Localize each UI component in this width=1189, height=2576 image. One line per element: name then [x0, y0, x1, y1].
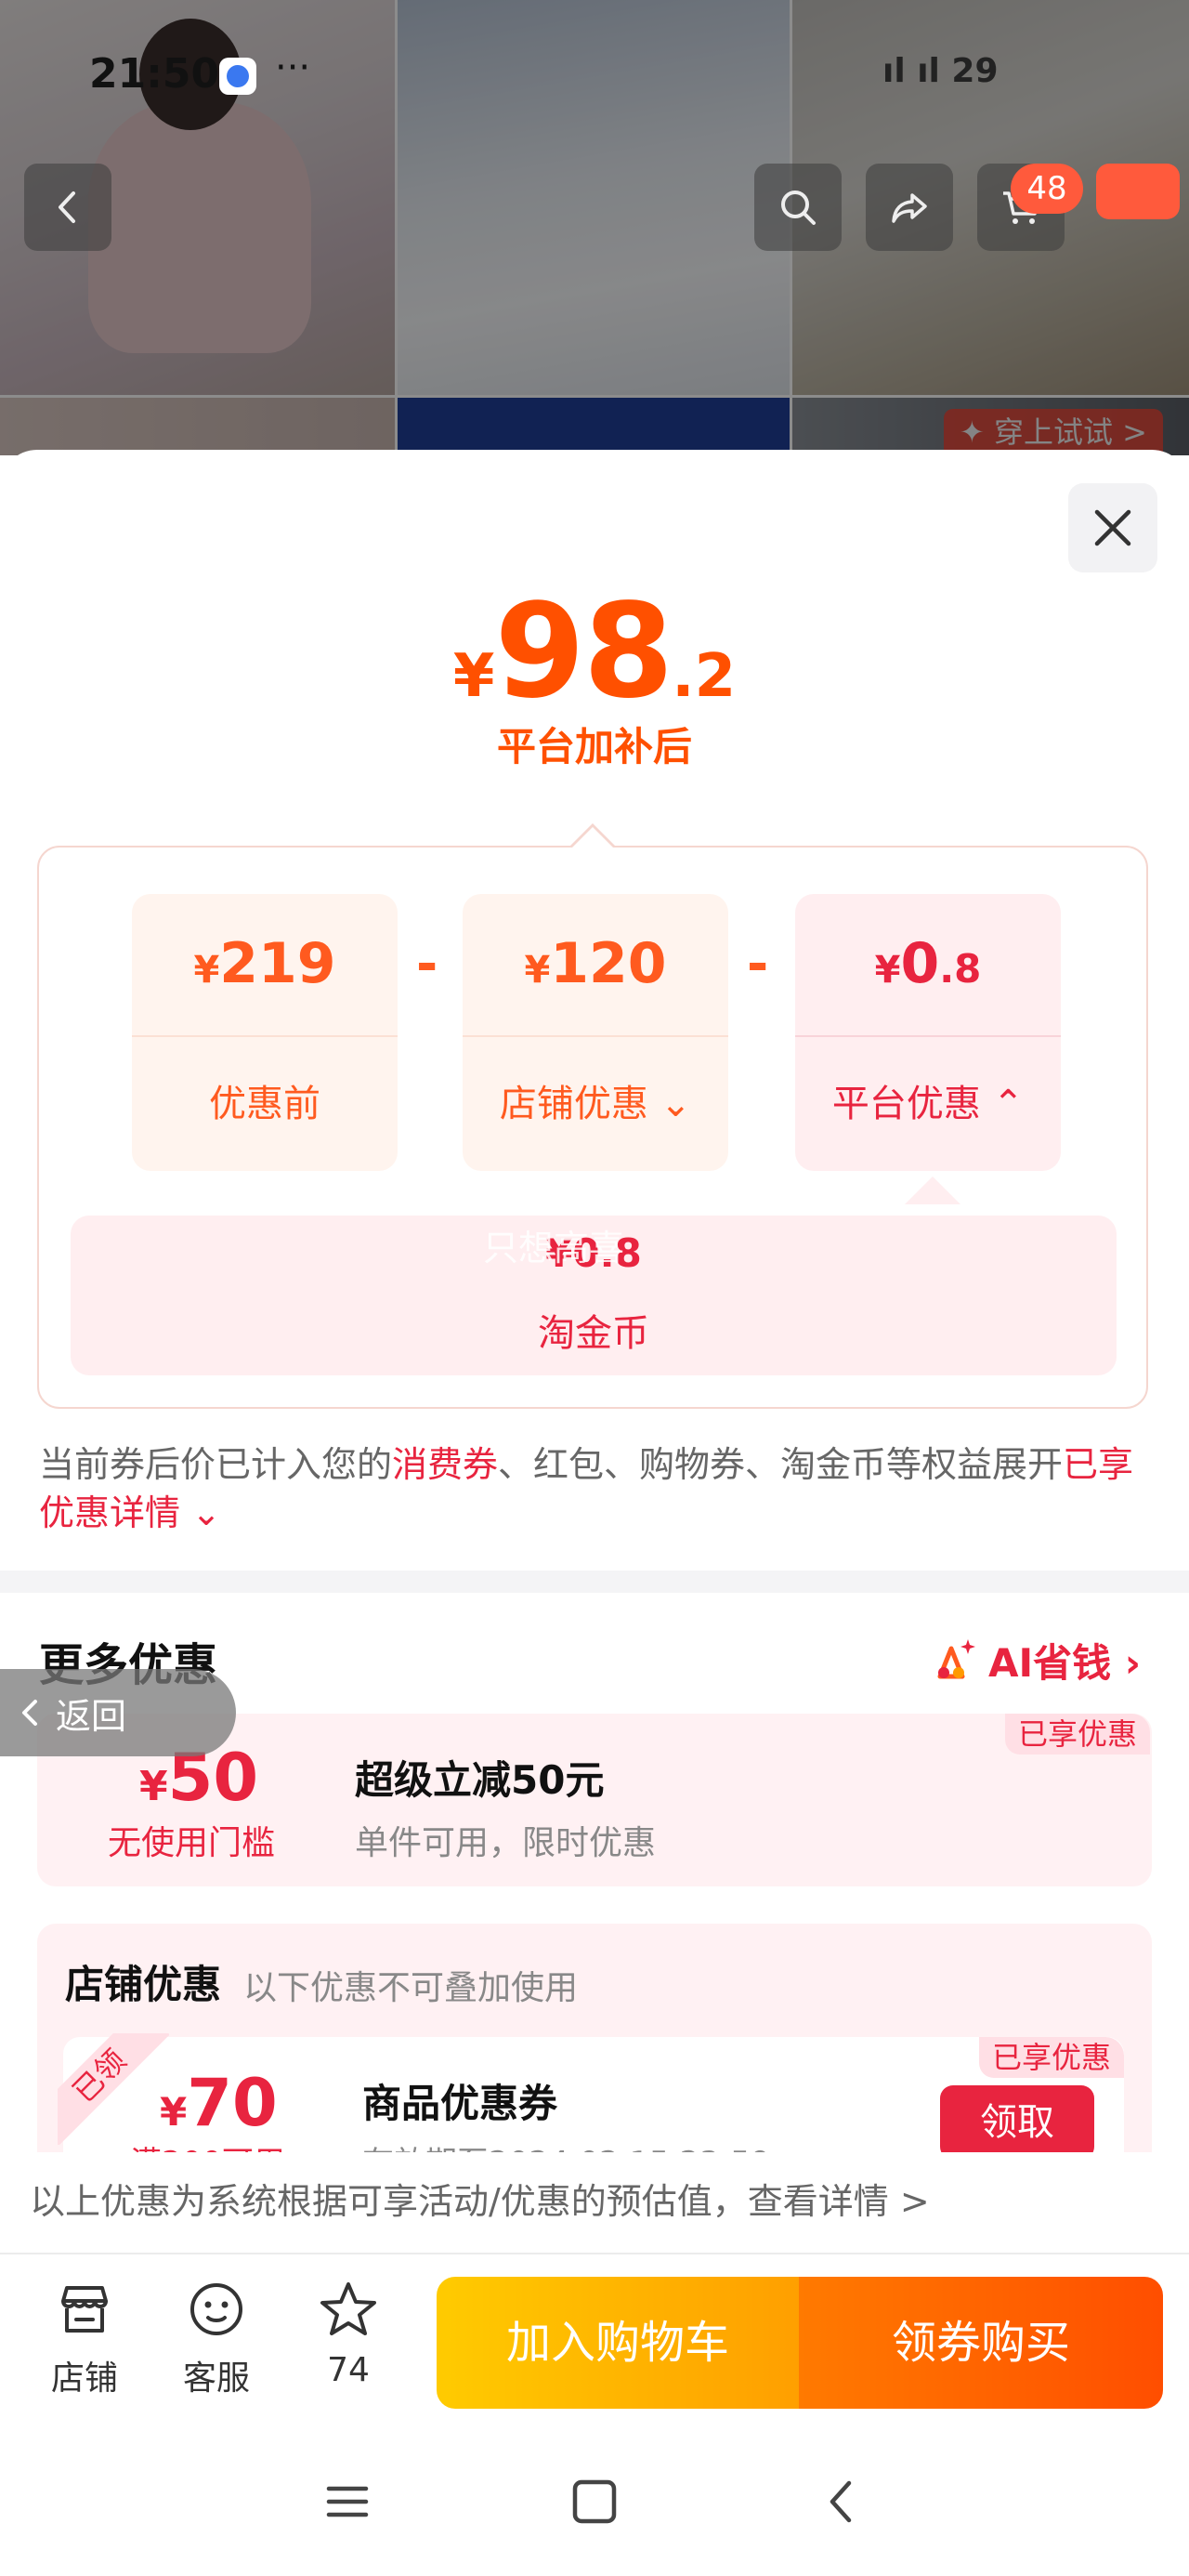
message-button[interactable] [1096, 164, 1180, 219]
currency-symbol: ¥ [139, 1763, 168, 1810]
platform-discount-label: 平台优惠 ⌃ [831, 1083, 1025, 1125]
store-tab[interactable]: 店铺 [33, 2277, 136, 2399]
back-button[interactable] [24, 164, 111, 251]
final-price-label: 平台加补后 [496, 724, 692, 769]
store-icon [61, 2286, 108, 2333]
final-price-integer: 98 [494, 576, 673, 728]
share-button[interactable] [866, 164, 953, 251]
return-label: 返回 [56, 1695, 127, 1737]
super-coupon-condition: 无使用门槛 [108, 1824, 276, 1862]
store-discount-amount: 120 [550, 931, 667, 996]
applied-tag: 已享优惠 [1005, 1714, 1151, 1755]
watermark-text: 只想高喜 [483, 1228, 625, 1268]
benefit-note: 当前券后价已计入您的消费券、红包、购物券、淘金币等权益展开已享优惠详情 ⌄ [39, 1440, 1154, 1537]
claim-button[interactable]: 领取 [940, 2085, 1094, 2160]
currency-symbol: ¥ [452, 642, 495, 711]
signal-battery-icon: ıl ıl 29 [882, 52, 999, 90]
cart-count-badge: 48 [1011, 164, 1083, 214]
coupon-amount-value: 70 [187, 2065, 278, 2141]
ai-save-button[interactable]: AI省钱 › [929, 1632, 1141, 1689]
super-coupon-desc: 单件可用，限时优惠 [355, 1824, 657, 1862]
currency-symbol: ¥ [874, 949, 901, 992]
original-price-amount: 219 [219, 931, 336, 996]
store-offers-title: 店铺优惠 [65, 1962, 222, 2007]
sub-card-pointer [905, 1176, 960, 1204]
breakdown-platform-discount[interactable]: ¥0.8 平台优惠 ⌃ [795, 894, 1061, 1171]
estimate-disclaimer-link[interactable]: 以上优惠为系统根据可享活动/优惠的预估值，查看详情 > [30, 2173, 930, 2224]
store-discount-label: 店铺优惠 ⌄ [499, 1083, 692, 1125]
ai-sparkle-icon [937, 1638, 975, 1678]
back-nav-icon[interactable] [814, 2474, 869, 2530]
box-pointer-inner [571, 827, 614, 848]
tab-bar-divider [0, 2253, 1189, 2254]
chevron-left-icon [22, 1700, 37, 1726]
store-tab-label: 店铺 [50, 2359, 118, 2398]
star-icon [320, 2282, 376, 2335]
currency-symbol: ¥ [524, 949, 551, 992]
ai-save-label: AI省钱 › [988, 1640, 1142, 1686]
claimed-ribbon-label: 已领 [58, 2033, 169, 2145]
close-icon [1094, 509, 1131, 546]
favorite-tab[interactable]: 74 [297, 2277, 399, 2389]
product-coupon-title: 商品优惠券 [362, 2081, 558, 2126]
search-icon [781, 191, 816, 225]
claimed-ribbon: 已领 [58, 2033, 169, 2145]
system-navigation-bar [0, 2440, 1189, 2576]
search-button[interactable] [754, 164, 842, 251]
consumer-voucher-link[interactable]: 消费券 [392, 1444, 498, 1485]
customer-service-tab[interactable]: 客服 [165, 2277, 268, 2399]
breakdown-original-price: ¥219 优惠前 [132, 894, 398, 1171]
close-button[interactable] [1068, 483, 1157, 572]
platform-discount-amount: 0 [900, 931, 940, 996]
platform-discount-decimal: .8 [939, 946, 982, 992]
taojinbi-label: 淘金币 [538, 1312, 649, 1355]
add-to-cart-button[interactable]: 加入购物车 [437, 2277, 799, 2409]
customer-service-label: 客服 [182, 2359, 250, 2398]
chevron-left-icon [59, 191, 75, 223]
status-more: ··· [275, 46, 311, 89]
customer-service-icon [190, 2283, 242, 2335]
minus-sign: - [747, 934, 769, 994]
currency-symbol: ¥ [193, 949, 220, 992]
status-time: 21:50 [89, 50, 220, 98]
store-offers-subtitle: 以下优惠不可叠加使用 [243, 1969, 579, 2007]
favorite-count: 74 [327, 2351, 370, 2389]
menu-icon[interactable] [320, 2474, 375, 2530]
app-notification-icon [219, 58, 256, 95]
status-bar: 21:50 ··· ıl ıl 29 [0, 46, 1189, 102]
claim-and-buy-button[interactable]: 领券购买 [799, 2277, 1163, 2409]
return-button[interactable]: 返回 [0, 1669, 236, 1756]
applied-tag: 已享优惠 [979, 2037, 1125, 2078]
original-price-label: 优惠前 [209, 1083, 320, 1125]
final-price-decimal: .2 [672, 642, 737, 711]
minus-sign: - [416, 934, 438, 994]
share-icon [892, 193, 927, 223]
section-divider [0, 1571, 1189, 1593]
note-text: 当前券后价已计入您的 [39, 1444, 393, 1485]
note-text: 、红包、购物券、淘金币等权益展开 [498, 1444, 1064, 1485]
home-icon[interactable] [567, 2474, 622, 2530]
final-price: ¥98.2 [0, 576, 1189, 728]
currency-symbol: ¥ [160, 2089, 188, 2135]
super-coupon-title: 超级立减50元 [355, 1757, 605, 1803]
product-coupon-amount: ¥70 [160, 2065, 278, 2141]
breakdown-store-discount[interactable]: ¥120 店铺优惠 ⌄ [463, 894, 728, 1171]
